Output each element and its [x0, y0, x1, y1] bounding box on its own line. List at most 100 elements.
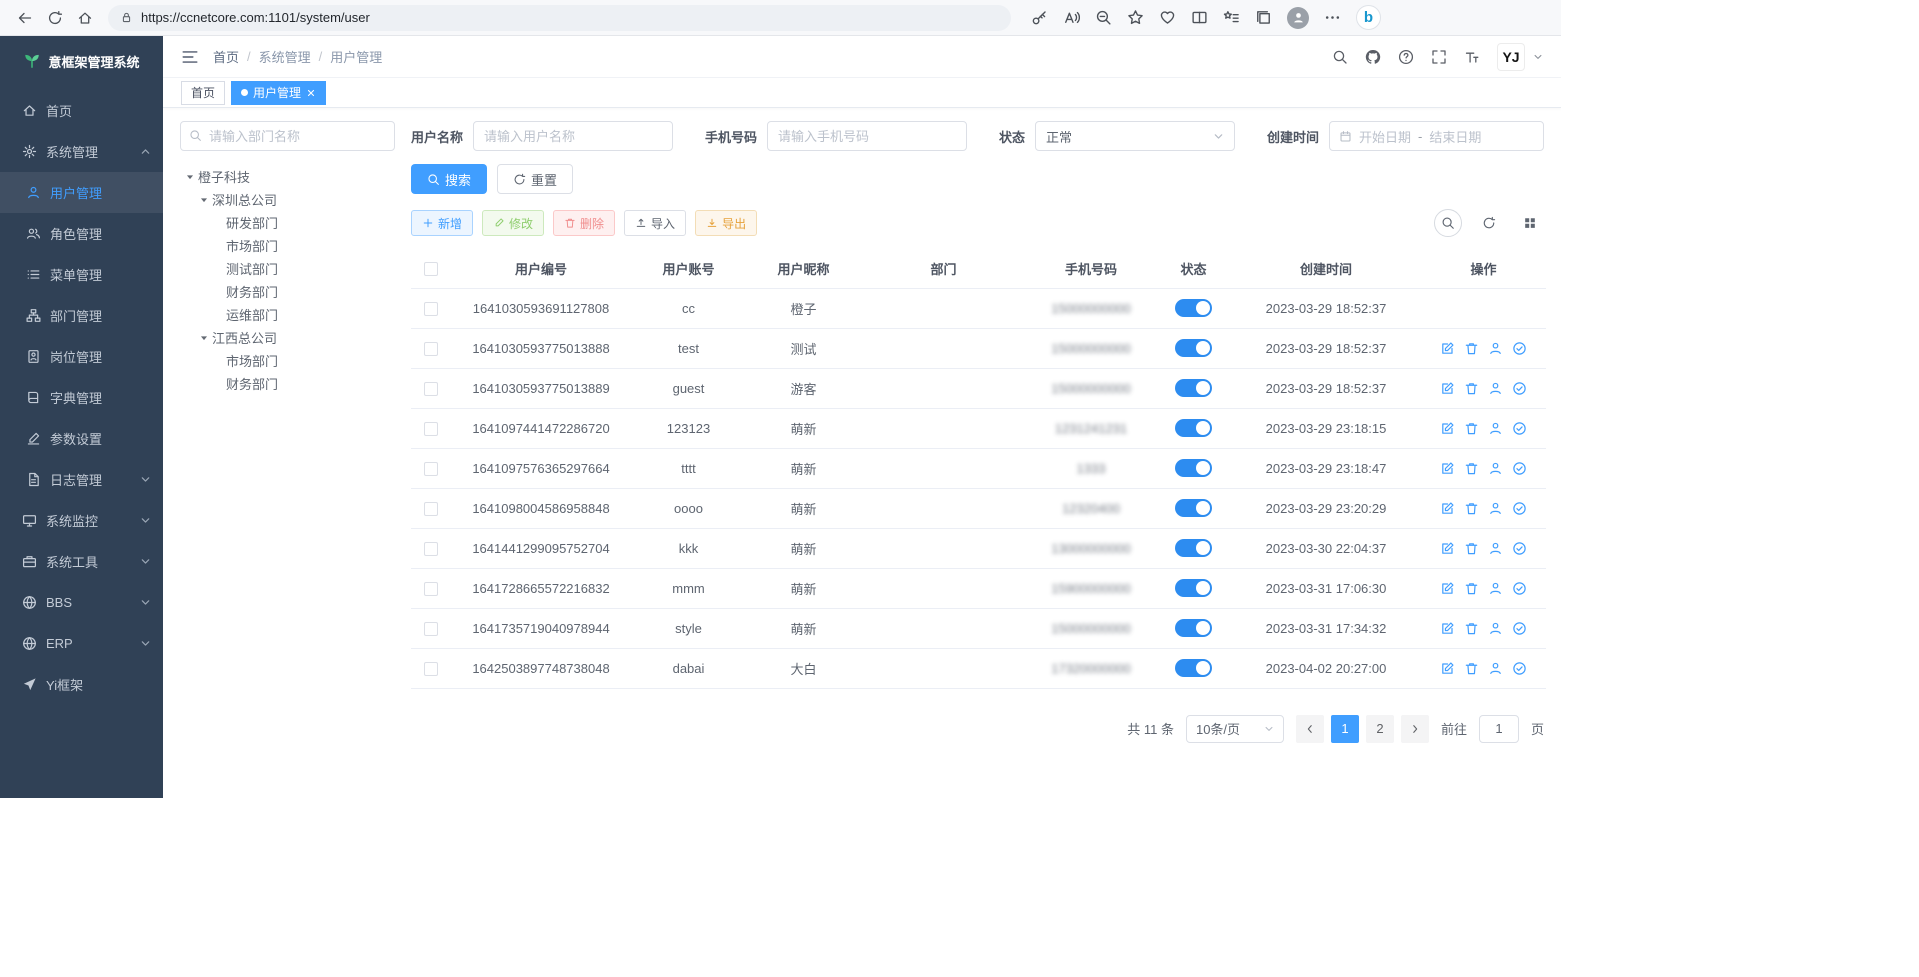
status-toggle[interactable] [1175, 419, 1212, 437]
row-edit-button[interactable] [1440, 421, 1455, 436]
row-assign-role-button[interactable] [1512, 621, 1527, 636]
sidebar-item-home[interactable]: 首页 [0, 90, 163, 131]
sidebar-item-system-tools[interactable]: 系统工具 [0, 541, 163, 582]
row-reset-password-button[interactable] [1488, 581, 1503, 596]
breadcrumb-section[interactable]: 系统管理 [259, 47, 311, 66]
search-icon[interactable] [1332, 49, 1348, 65]
status-toggle[interactable] [1175, 579, 1212, 597]
row-checkbox[interactable] [424, 582, 438, 596]
row-checkbox[interactable] [424, 622, 438, 636]
row-assign-role-button[interactable] [1512, 541, 1527, 556]
tree-node[interactable]: 研发部门 [180, 211, 395, 234]
sidebar-item-post-management[interactable]: 岗位管理 [0, 336, 163, 377]
row-checkbox[interactable] [424, 502, 438, 516]
user-avatar[interactable]: YJ [1497, 43, 1525, 71]
page-button-1[interactable]: 1 [1331, 715, 1359, 743]
prev-page-button[interactable] [1296, 715, 1324, 743]
browser-essentials-icon[interactable] [1159, 9, 1176, 26]
status-select[interactable]: 正常 [1035, 121, 1235, 151]
row-edit-button[interactable] [1440, 341, 1455, 356]
row-reset-password-button[interactable] [1488, 381, 1503, 396]
row-assign-role-button[interactable] [1512, 501, 1527, 516]
collapse-sidebar-icon[interactable] [181, 48, 199, 66]
bing-icon[interactable]: b [1356, 5, 1381, 30]
row-checkbox[interactable] [424, 342, 438, 356]
collections-icon[interactable] [1255, 9, 1272, 26]
tab-home[interactable]: 首页 [181, 81, 225, 105]
sidebar-item-system-management[interactable]: 系统管理 [0, 131, 163, 172]
close-icon[interactable] [306, 88, 316, 98]
status-toggle[interactable] [1175, 299, 1212, 317]
tree-node[interactable]: 市场部门 [180, 234, 395, 257]
row-delete-button[interactable] [1464, 581, 1479, 596]
show-search-button[interactable] [1434, 209, 1462, 237]
row-reset-password-button[interactable] [1488, 461, 1503, 476]
home-button[interactable] [72, 5, 98, 31]
tree-node[interactable]: 深圳总公司 [180, 188, 395, 211]
page-size-select[interactable]: 10条/页 [1186, 715, 1284, 743]
row-checkbox[interactable] [424, 422, 438, 436]
search-button[interactable]: 搜索 [411, 164, 487, 194]
breadcrumb-home[interactable]: 首页 [213, 47, 239, 66]
tree-node[interactable]: 运维部门 [180, 303, 395, 326]
fullscreen-icon[interactable] [1431, 49, 1447, 65]
status-toggle[interactable] [1175, 659, 1212, 677]
row-checkbox[interactable] [424, 542, 438, 556]
username-input[interactable] [473, 121, 673, 151]
tree-node[interactable]: 江西总公司 [180, 326, 395, 349]
row-edit-button[interactable] [1440, 541, 1455, 556]
sidebar-item-parameter-settings[interactable]: 参数设置 [0, 418, 163, 459]
column-settings-button[interactable] [1516, 209, 1544, 237]
row-delete-button[interactable] [1464, 501, 1479, 516]
status-toggle[interactable] [1175, 339, 1212, 357]
row-edit-button[interactable] [1440, 661, 1455, 676]
sidebar-item-dictionary-management[interactable]: 字典管理 [0, 377, 163, 418]
row-delete-button[interactable] [1464, 461, 1479, 476]
status-toggle[interactable] [1175, 379, 1212, 397]
url-input[interactable] [141, 10, 999, 25]
tree-node[interactable]: 市场部门 [180, 349, 395, 372]
font-size-icon[interactable] [1464, 49, 1480, 65]
refresh-table-button[interactable] [1475, 209, 1503, 237]
row-checkbox[interactable] [424, 302, 438, 316]
more-menu-icon[interactable] [1324, 9, 1341, 26]
tree-node[interactable]: 财务部门 [180, 280, 395, 303]
reset-button[interactable]: 重置 [497, 164, 573, 194]
address-bar[interactable] [108, 5, 1011, 31]
page-button-2[interactable]: 2 [1366, 715, 1394, 743]
tree-node[interactable]: 财务部门 [180, 372, 395, 395]
sidebar-item-role-management[interactable]: 角色管理 [0, 213, 163, 254]
row-reset-password-button[interactable] [1488, 421, 1503, 436]
export-button[interactable]: 导出 [695, 210, 757, 236]
zoom-out-icon[interactable] [1095, 9, 1112, 26]
refresh-button[interactable] [42, 5, 68, 31]
help-icon[interactable] [1398, 49, 1414, 65]
status-toggle[interactable] [1175, 499, 1212, 517]
back-button[interactable] [12, 5, 38, 31]
sidebar-item-menu-management[interactable]: 菜单管理 [0, 254, 163, 295]
sidebar-item-system-monitoring[interactable]: 系统监控 [0, 500, 163, 541]
row-delete-button[interactable] [1464, 661, 1479, 676]
row-edit-button[interactable] [1440, 621, 1455, 636]
chevron-down-icon[interactable] [1533, 52, 1543, 62]
goto-page-input[interactable] [1479, 715, 1519, 743]
split-screen-icon[interactable] [1191, 9, 1208, 26]
row-edit-button[interactable] [1440, 581, 1455, 596]
row-delete-button[interactable] [1464, 541, 1479, 556]
row-delete-button[interactable] [1464, 621, 1479, 636]
department-search-input[interactable] [180, 121, 395, 151]
row-edit-button[interactable] [1440, 381, 1455, 396]
row-assign-role-button[interactable] [1512, 581, 1527, 596]
row-assign-role-button[interactable] [1512, 461, 1527, 476]
read-aloud-icon[interactable] [1063, 9, 1080, 26]
row-reset-password-button[interactable] [1488, 661, 1503, 676]
favorites-bar-icon[interactable] [1223, 9, 1240, 26]
sidebar-item-erp[interactable]: ERP [0, 623, 163, 664]
tree-node[interactable]: 橙子科技 [180, 165, 395, 188]
status-toggle[interactable] [1175, 619, 1212, 637]
row-reset-password-button[interactable] [1488, 541, 1503, 556]
row-edit-button[interactable] [1440, 461, 1455, 476]
row-delete-button[interactable] [1464, 341, 1479, 356]
key-icon[interactable] [1031, 9, 1048, 26]
row-assign-role-button[interactable] [1512, 341, 1527, 356]
